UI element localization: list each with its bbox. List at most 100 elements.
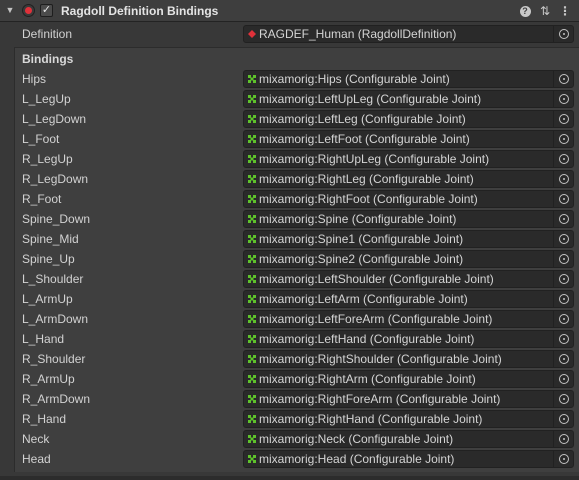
object-picker-button[interactable] — [553, 111, 573, 127]
binding-object-field[interactable]: mixamorig:RightArm (Configurable Joint) — [243, 370, 574, 388]
binding-label: Head — [22, 452, 51, 466]
binding-label: Spine_Mid — [22, 232, 79, 246]
enabled-checkbox[interactable]: ✓ — [40, 4, 53, 17]
binding-label: Hips — [22, 72, 47, 86]
binding-object-field[interactable]: mixamorig:RightHand (Configurable Joint) — [243, 410, 574, 428]
green-joint-icon — [248, 355, 256, 363]
foldout-arrow-icon[interactable]: ▼ — [5, 5, 15, 15]
green-joint-icon — [248, 95, 256, 103]
green-joint-icon — [248, 455, 256, 463]
binding-value: mixamorig:RightUpLeg (Configurable Joint… — [259, 152, 490, 166]
red-diamond-icon — [248, 30, 256, 38]
object-picker-button[interactable] — [553, 311, 573, 327]
binding-value: mixamorig:Head (Configurable Joint) — [259, 452, 455, 466]
object-picker-button[interactable] — [553, 91, 573, 107]
binding-value: mixamorig:Spine1 (Configurable Joint) — [259, 232, 464, 246]
object-picker-button[interactable] — [553, 391, 573, 407]
binding-label: L_Shoulder — [22, 272, 84, 286]
presets-button[interactable]: ⇅ — [537, 3, 553, 19]
binding-value: mixamorig:LeftShoulder (Configurable Joi… — [259, 272, 494, 286]
green-joint-icon — [248, 395, 256, 403]
object-picker-button[interactable] — [553, 26, 573, 42]
object-picker-button[interactable] — [553, 171, 573, 187]
binding-object-field[interactable]: mixamorig:Head (Configurable Joint) — [243, 450, 574, 468]
binding-object-field[interactable]: mixamorig:RightUpLeg (Configurable Joint… — [243, 150, 574, 168]
binding-label: R_LegUp — [22, 152, 73, 166]
binding-object-field[interactable]: mixamorig:RightLeg (Configurable Joint) — [243, 170, 574, 188]
binding-object-field[interactable]: mixamorig:LeftShoulder (Configurable Joi… — [243, 270, 574, 288]
binding-label: L_ArmDown — [22, 312, 89, 326]
binding-object-field[interactable]: mixamorig:LeftFoot (Configurable Joint) — [243, 130, 574, 148]
binding-label: Spine_Up — [22, 252, 75, 266]
binding-object-field[interactable]: mixamorig:LeftUpLeg (Configurable Joint) — [243, 90, 574, 108]
help-button[interactable]: ? — [517, 3, 533, 19]
help-icon: ? — [519, 6, 531, 18]
definition-field[interactable]: RAGDEF_Human (RagdollDefinition) — [243, 25, 574, 43]
binding-label: L_LegDown — [22, 112, 87, 126]
binding-object-field[interactable]: mixamorig:Hips (Configurable Joint) — [243, 70, 574, 88]
binding-object-field[interactable]: mixamorig:Spine2 (Configurable Joint) — [243, 250, 574, 268]
binding-object-field[interactable]: mixamorig:LeftForeArm (Configurable Join… — [243, 310, 574, 328]
binding-label: Neck — [22, 432, 50, 446]
green-joint-icon — [248, 415, 256, 423]
object-picker-button[interactable] — [553, 431, 573, 447]
object-picker-button[interactable] — [553, 231, 573, 247]
binding-object-field[interactable]: mixamorig:Neck (Configurable Joint) — [243, 430, 574, 448]
object-picker-button[interactable] — [553, 411, 573, 427]
object-picker-button[interactable] — [553, 271, 573, 287]
object-picker-button[interactable] — [553, 291, 573, 307]
kebab-menu-icon: ⋮ — [559, 4, 571, 18]
binding-label: R_LegDown — [22, 172, 89, 186]
binding-label: R_Hand — [22, 412, 67, 426]
binding-value: mixamorig:Hips (Configurable Joint) — [259, 72, 450, 86]
green-joint-icon — [248, 195, 256, 203]
binding-value: mixamorig:LeftArm (Configurable Joint) — [259, 292, 468, 306]
component-title: Ragdoll Definition Bindings — [61, 4, 219, 18]
binding-value: mixamorig:LeftForeArm (Configurable Join… — [259, 312, 493, 326]
green-joint-icon — [248, 435, 256, 443]
object-picker-button[interactable] — [553, 71, 573, 87]
binding-value: mixamorig:RightHand (Configurable Joint) — [259, 412, 483, 426]
binding-object-field[interactable]: mixamorig:RightForeArm (Configurable Joi… — [243, 390, 574, 408]
green-joint-icon — [248, 115, 256, 123]
green-joint-icon — [248, 215, 256, 223]
binding-object-field[interactable]: mixamorig:RightFoot (Configurable Joint) — [243, 190, 574, 208]
binding-label: L_ArmUp — [22, 292, 73, 306]
green-joint-icon — [248, 155, 256, 163]
binding-object-field[interactable]: mixamorig:RightShoulder (Configurable Jo… — [243, 350, 574, 368]
object-picker-button[interactable] — [553, 251, 573, 267]
binding-value: mixamorig:Spine (Configurable Joint) — [259, 212, 457, 226]
binding-label: R_Shoulder — [22, 352, 86, 366]
binding-object-field[interactable]: mixamorig:Spine1 (Configurable Joint) — [243, 230, 574, 248]
component-header[interactable]: ▼ ✓ Ragdoll Definition Bindings ? ⇅ ⋮ — [0, 0, 579, 22]
binding-label: R_Foot — [22, 192, 62, 206]
context-menu-button[interactable]: ⋮ — [557, 3, 573, 19]
green-joint-icon — [248, 235, 256, 243]
binding-object-field[interactable]: mixamorig:LeftArm (Configurable Joint) — [243, 290, 574, 308]
green-joint-icon — [248, 295, 256, 303]
binding-value: mixamorig:Spine2 (Configurable Joint) — [259, 252, 464, 266]
object-picker-button[interactable] — [553, 211, 573, 227]
object-picker-button[interactable] — [553, 371, 573, 387]
binding-label: Spine_Down — [22, 212, 91, 226]
green-joint-icon — [248, 75, 256, 83]
binding-value: mixamorig:Neck (Configurable Joint) — [259, 432, 454, 446]
green-joint-icon — [248, 175, 256, 183]
binding-value: mixamorig:RightLeg (Configurable Joint) — [259, 172, 474, 186]
green-joint-icon — [248, 255, 256, 263]
object-picker-button[interactable] — [553, 351, 573, 367]
green-joint-icon — [248, 135, 256, 143]
binding-object-field[interactable]: mixamorig:Spine (Configurable Joint) — [243, 210, 574, 228]
object-picker-button[interactable] — [553, 331, 573, 347]
green-joint-icon — [248, 335, 256, 343]
object-picker-button[interactable] — [553, 191, 573, 207]
bindings-heading: Bindings — [22, 52, 74, 66]
object-picker-button[interactable] — [553, 451, 573, 467]
object-picker-button[interactable] — [553, 131, 573, 147]
binding-value: mixamorig:LeftLeg (Configurable Joint) — [259, 112, 466, 126]
object-picker-button[interactable] — [553, 151, 573, 167]
binding-value: mixamorig:RightFoot (Configurable Joint) — [259, 192, 478, 206]
binding-object-field[interactable]: mixamorig:LeftLeg (Configurable Joint) — [243, 110, 574, 128]
binding-object-field[interactable]: mixamorig:LeftHand (Configurable Joint) — [243, 330, 574, 348]
binding-value: mixamorig:LeftFoot (Configurable Joint) — [259, 132, 470, 146]
